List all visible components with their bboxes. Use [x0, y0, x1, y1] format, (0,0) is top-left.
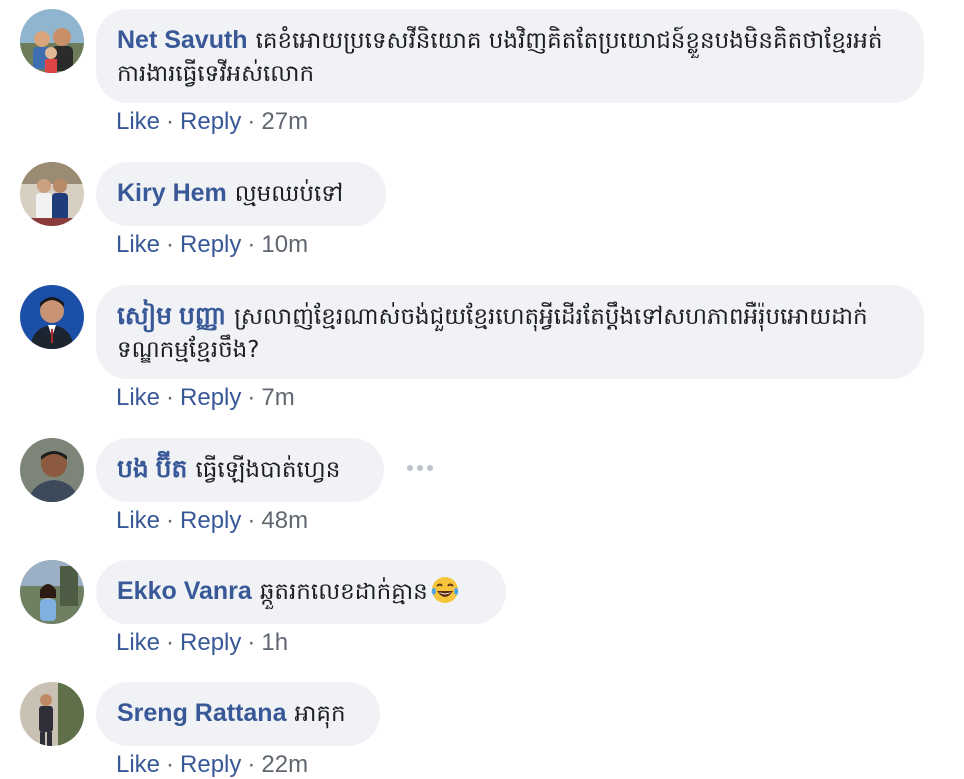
comment-actions: Like · Reply · 48m [116, 507, 308, 535]
comment-actions: Like · Reply · 10m [116, 231, 308, 259]
comment-author[interactable]: Net Savuth [117, 26, 248, 54]
separator-dot: · [166, 108, 175, 135]
comment-bubble: បង ប៊ីត ធ្វើឡើងបាត់ហ្វេន [96, 438, 384, 502]
laughing-tears-emoji-icon [430, 575, 460, 613]
comment-bubble: Ekko Vanra ឆ្កួតរកលេខដាក់គ្មាន [96, 560, 506, 624]
comment-bubble: Kiry Hem ល្មមឈប់ទៅ [96, 162, 386, 226]
like-link[interactable]: Like [116, 108, 160, 135]
separator-dot: · [166, 751, 175, 778]
comment-author[interactable]: សៀម បញ្ញា [117, 302, 226, 330]
like-link[interactable]: Like [116, 507, 160, 534]
separator-dot: · [166, 231, 175, 258]
avatar[interactable] [20, 162, 84, 226]
comment-timestamp[interactable]: 7m [261, 384, 294, 411]
separator-dot: · [247, 384, 256, 411]
comment-text: ធ្វើឡើងបាត់ហ្វេន [195, 457, 341, 483]
comment-actions: Like · Reply · 27m [116, 108, 308, 136]
comment-actions: Like · Reply · 22m [116, 751, 308, 779]
comment-bubble: Net Savuth គេខំអោយប្រទេសវីនិយោគ បងវិញគិតត… [96, 9, 924, 103]
avatar[interactable] [20, 285, 84, 349]
reply-link[interactable]: Reply [180, 231, 241, 258]
like-link[interactable]: Like [116, 231, 160, 258]
comment-actions: Like · Reply · 1h [116, 629, 288, 657]
comment-timestamp[interactable]: 10m [261, 231, 308, 258]
avatar[interactable] [20, 9, 84, 73]
separator-dot: · [247, 231, 256, 258]
comment-text: ឆ្កួតរកលេខដាក់គ្មាន [259, 579, 428, 605]
reply-link[interactable]: Reply [180, 507, 241, 534]
reply-link[interactable]: Reply [180, 629, 241, 656]
comment-timestamp[interactable]: 27m [261, 108, 308, 135]
reply-link[interactable]: Reply [180, 384, 241, 411]
comment-author[interactable]: បង ប៊ីត [117, 455, 187, 483]
comment-text: អាគុក [294, 701, 346, 727]
avatar[interactable] [20, 682, 84, 746]
comment-timestamp[interactable]: 1h [261, 629, 288, 656]
reply-link[interactable]: Reply [180, 108, 241, 135]
avatar[interactable] [20, 560, 84, 624]
comment-timestamp[interactable]: 22m [261, 751, 308, 778]
comment-actions: Like · Reply · 7m [116, 384, 295, 412]
like-link[interactable]: Like [116, 629, 160, 656]
comment-text: ល្មមឈប់ទៅ [234, 181, 344, 207]
separator-dot: · [166, 384, 175, 411]
separator-dot: · [247, 507, 256, 534]
comment-text: ស្រលាញ់ខ្មែរណាស់ចង់ជួយខ្មែរហេតុអ្វីដើរតែ… [117, 304, 868, 363]
reply-link[interactable]: Reply [180, 751, 241, 778]
separator-dot: · [166, 629, 175, 656]
comment-author[interactable]: Kiry Hem [117, 179, 227, 207]
separator-dot: · [247, 108, 256, 135]
like-link[interactable]: Like [116, 384, 160, 411]
avatar[interactable] [20, 438, 84, 502]
separator-dot: · [247, 629, 256, 656]
comment-timestamp[interactable]: 48m [261, 507, 308, 534]
separator-dot: · [247, 751, 256, 778]
comment-bubble: សៀម បញ្ញា ស្រលាញ់ខ្មែរណាស់ចង់ជួយខ្មែរហេតុ… [96, 285, 924, 379]
comment-author[interactable]: Sreng Rattana [117, 699, 286, 727]
more-options-icon[interactable] [405, 458, 437, 478]
comment-bubble: Sreng Rattana អាគុក [96, 682, 380, 746]
comment-author[interactable]: Ekko Vanra [117, 577, 252, 605]
like-link[interactable]: Like [116, 751, 160, 778]
separator-dot: · [166, 507, 175, 534]
